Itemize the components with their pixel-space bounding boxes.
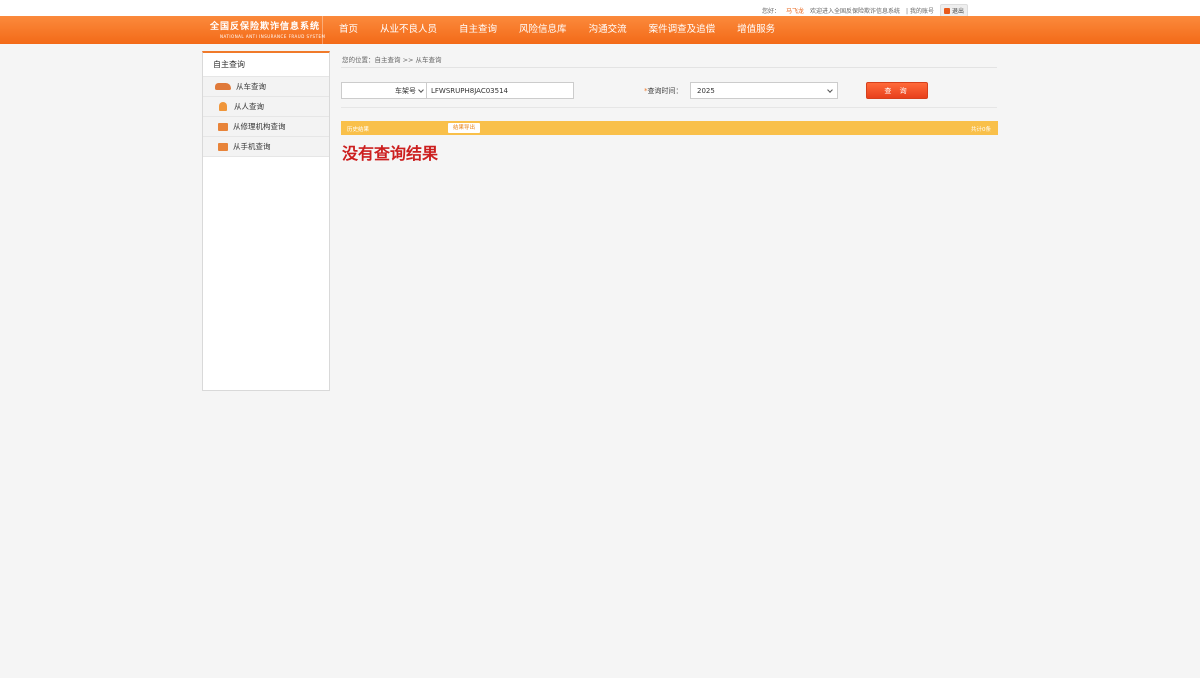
sidebar-item-car-query[interactable]: 从车查询: [203, 77, 329, 97]
sidebar-item-label: 从修理机构查询: [233, 122, 286, 131]
chevron-down-icon: [418, 86, 424, 93]
nav-item-communication[interactable]: 沟通交流: [578, 16, 638, 44]
nav-item-self-query[interactable]: 自主查询: [448, 16, 508, 44]
username-link[interactable]: 马飞龙: [786, 6, 804, 15]
logout-icon: [943, 7, 950, 14]
nav-item-bad-practitioners[interactable]: 从业不良人员: [369, 16, 448, 44]
main-nav-bar: 全国反保险欺诈信息系统 NATIONAL ANTI INSURANCE FRAU…: [0, 16, 1200, 44]
sidebar: 自主查询 从车查询 从人查询 从修理机构查询 从手机查询: [202, 51, 330, 391]
sidebar-item-label: 从人查询: [234, 102, 264, 111]
field-type-select[interactable]: 车架号: [341, 82, 428, 99]
vin-input[interactable]: [426, 82, 574, 99]
export-results-button[interactable]: 结果导出: [448, 123, 481, 133]
no-results-message: 没有查询结果: [342, 144, 439, 163]
nav-item-risk-database[interactable]: 风险信息库: [508, 16, 578, 44]
logo-title-cn: 全国反保险欺诈信息系统: [210, 22, 321, 32]
sidebar-item-person-query[interactable]: 从人查询: [203, 97, 329, 117]
person-icon: [219, 102, 227, 111]
query-time-label: *查询时间：: [644, 86, 683, 96]
year-select[interactable]: 2025: [690, 82, 838, 99]
nav-item-home[interactable]: 首页: [328, 16, 369, 44]
nav-item-case-investigation[interactable]: 案件调查及追偿: [638, 16, 727, 44]
logout-label: 退出: [951, 8, 964, 15]
nav-menu: 首页 从业不良人员 自主查询 风险信息库 沟通交流 案件调查及追偿 增值服务: [328, 16, 786, 44]
query-time-text: 查询时间：: [647, 87, 683, 95]
query-button[interactable]: 查 询: [866, 82, 928, 99]
sidebar-item-label: 从手机查询: [233, 142, 271, 151]
nav-divider: [322, 16, 323, 44]
sidebar-item-phone-query[interactable]: 从手机查询: [203, 137, 329, 157]
search-row-divider: [341, 107, 997, 108]
results-count: 共计0条: [971, 127, 991, 133]
field-type-value: 车架号: [395, 86, 416, 95]
breadcrumb-divider: [341, 67, 997, 68]
nav-item-value-added[interactable]: 增值服务: [726, 16, 786, 44]
chevron-down-icon: [827, 86, 833, 93]
car-icon: [215, 83, 231, 90]
breadcrumb: 您的位置：自主查询 >> 从车查询: [342, 56, 442, 64]
logo-title-en: NATIONAL ANTI INSURANCE FRAUD SYSTEM: [220, 34, 326, 39]
welcome-text: 欢迎进入全国反保险欺诈信息系统: [810, 8, 901, 15]
greeting-text: 您好：: [762, 8, 781, 15]
year-value: 2025: [697, 86, 715, 95]
sidebar-item-repair-shop-query[interactable]: 从修理机构查询: [203, 117, 329, 137]
results-header-bar: 历史结果 结果导出 共计0条: [341, 121, 998, 135]
phone-icon: [218, 142, 228, 151]
site-logo[interactable]: 全国反保险欺诈信息系统 NATIONAL ANTI INSURANCE FRAU…: [210, 19, 326, 41]
results-label: 历史结果: [347, 127, 370, 133]
sidebar-title: 自主查询: [203, 53, 329, 77]
top-info-bar: 您好： 马飞龙 欢迎进入全国反保险欺诈信息系统 | 我的账号 退出: [0, 0, 1200, 17]
my-account-link[interactable]: | 我的账号: [906, 6, 934, 15]
repair-shop-icon: [218, 122, 228, 131]
sidebar-item-label: 从车查询: [236, 82, 266, 91]
